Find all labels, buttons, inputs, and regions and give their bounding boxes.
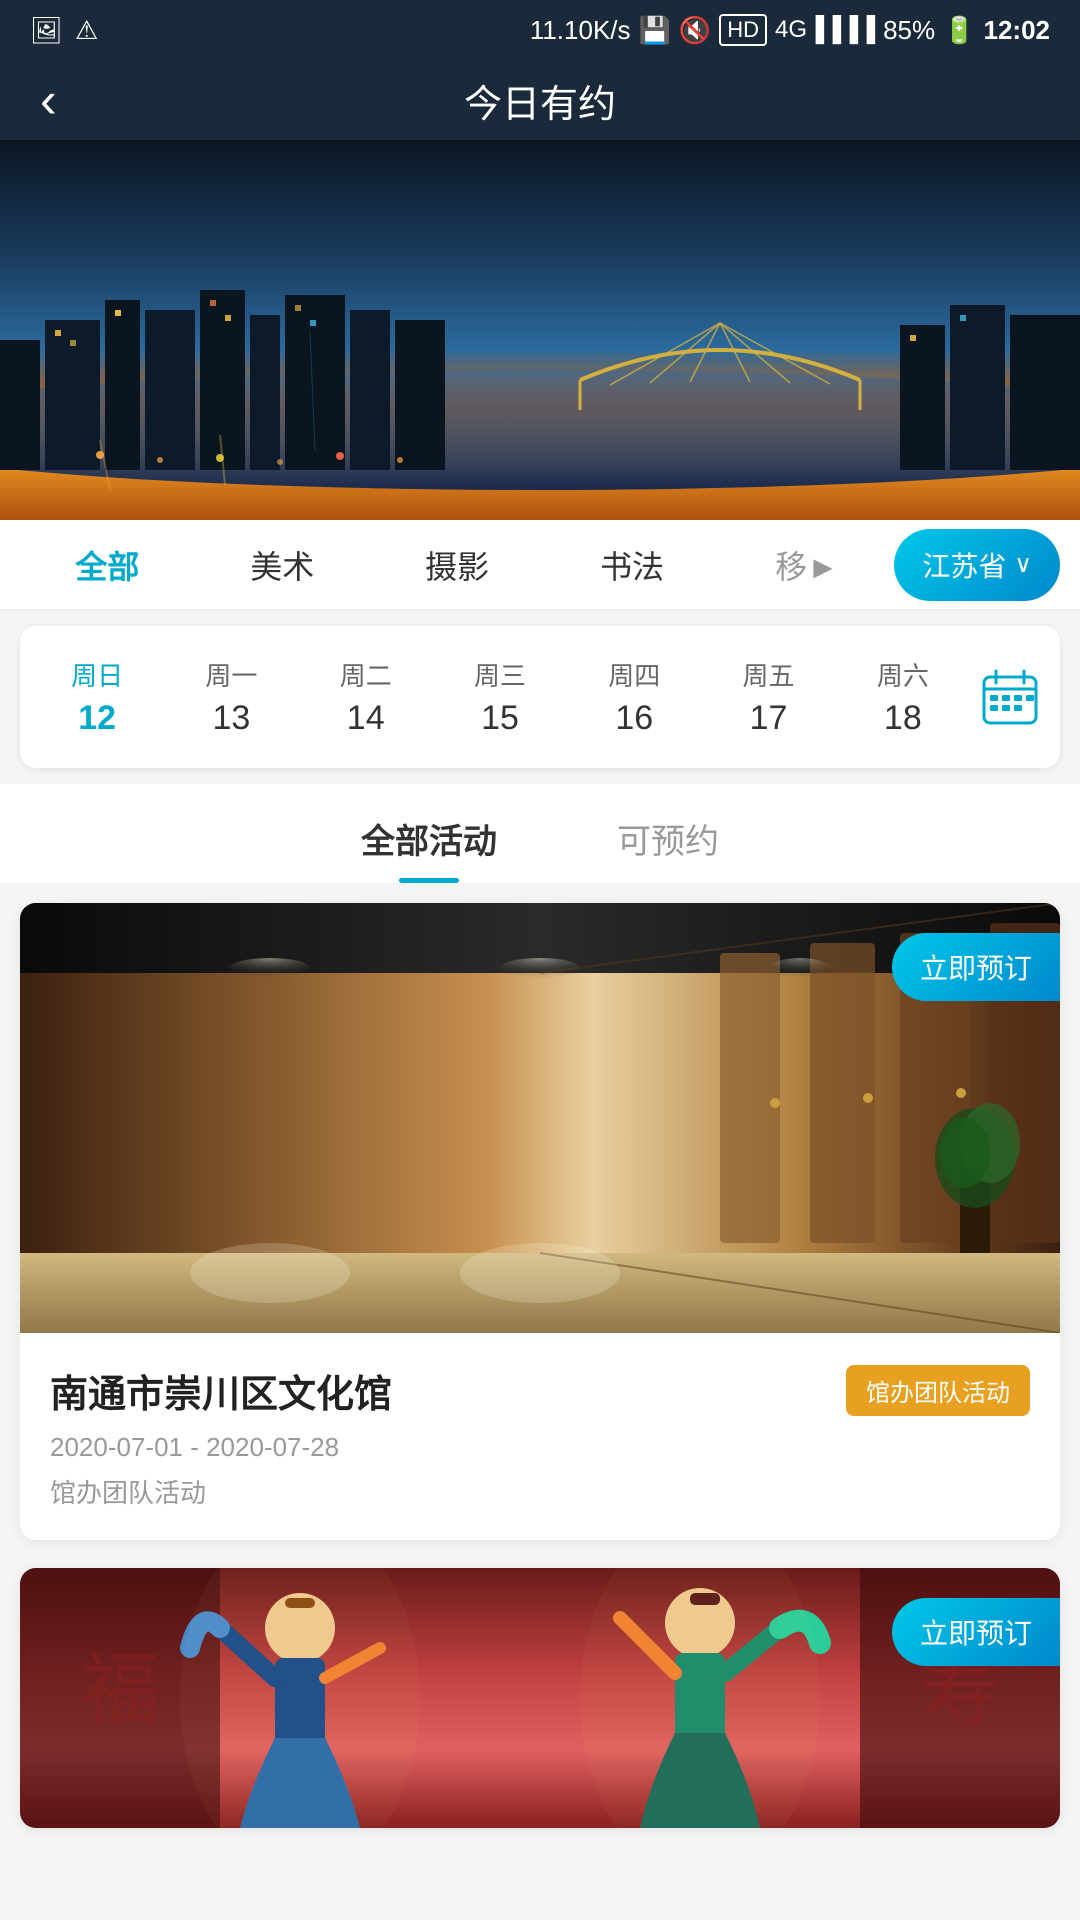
tab-bookable[interactable]: 可预约: [617, 814, 719, 883]
day-thu-num: 16: [615, 699, 653, 738]
day-fri[interactable]: 周五 17: [701, 646, 835, 748]
cat-calligraphy[interactable]: 书法: [545, 532, 720, 598]
mute-icon: 🔇: [679, 15, 711, 46]
status-right: 11.10K/s 💾 🔇 HD 4G▐▐▐▐ 85% 🔋 12:02: [530, 14, 1050, 46]
day-thu[interactable]: 周四 16: [567, 646, 701, 748]
card-date-1: 2020-07-01 - 2020-07-28: [50, 1432, 1030, 1463]
day-sun-name: 周日: [71, 656, 123, 693]
card-image-1: 立即预订: [20, 903, 1060, 1333]
status-bar: 🖼 ⚠ 11.10K/s 💾 🔇 HD 4G▐▐▐▐ 85% 🔋 12:02: [0, 0, 1080, 60]
day-fri-num: 17: [750, 699, 788, 738]
day-tue-name: 周二: [340, 656, 392, 693]
svg-text:福: 福: [80, 1646, 160, 1735]
page-title: 今日有约: [464, 73, 616, 128]
clock: 12:02: [984, 15, 1051, 46]
day-wed[interactable]: 周三 15: [433, 646, 567, 748]
card-image-2: 福 寿 立即预订: [20, 1568, 1060, 1828]
day-wed-num: 15: [481, 699, 519, 738]
battery-icon: 🔋: [943, 15, 975, 46]
activity-tabs: 全部活动 可预约: [0, 784, 1080, 883]
hd-badge: HD: [719, 14, 767, 46]
book-badge-1[interactable]: 立即预订: [892, 933, 1060, 1001]
card-type-1: 馆办团队活动: [50, 1473, 1030, 1510]
book-badge-2[interactable]: 立即预订: [892, 1598, 1060, 1666]
cat-photo[interactable]: 摄影: [370, 532, 545, 598]
card-title-row-1: 南通市崇川区文化馆 馆办团队活动: [50, 1363, 1030, 1418]
cat-all[interactable]: 全部: [20, 532, 195, 598]
calendar-picker-button[interactable]: [970, 657, 1050, 737]
card-title-1: 南通市崇川区文化馆: [50, 1363, 392, 1418]
image-icon: 🖼: [30, 15, 63, 46]
day-sat-name: 周六: [877, 656, 929, 693]
cards-container: 立即预订 南通市崇川区文化馆 馆办团队活动 2020-07-01 - 2020-…: [0, 903, 1080, 1828]
tab-all-activities[interactable]: 全部活动: [361, 814, 497, 883]
activity-card-2: 福 寿 立即预订: [20, 1568, 1060, 1828]
day-fri-name: 周五: [743, 656, 795, 693]
card-tag-1: 馆办团队活动: [846, 1365, 1030, 1416]
alert-icon: ⚠: [75, 15, 98, 46]
cat-art[interactable]: 美术: [195, 532, 370, 598]
day-sun[interactable]: 周日 12: [30, 646, 164, 748]
activity-card-1: 立即预订 南通市崇川区文化馆 馆办团队活动 2020-07-01 - 2020-…: [20, 903, 1060, 1540]
day-sat[interactable]: 周六 18: [836, 646, 970, 748]
province-button[interactable]: 江苏省 ∨: [894, 529, 1060, 601]
day-mon-num: 13: [213, 699, 251, 738]
day-wed-name: 周三: [474, 656, 526, 693]
day-sat-num: 18: [884, 699, 922, 738]
cat-more[interactable]: 移►: [720, 532, 895, 598]
chevron-down-icon: ∨: [1014, 550, 1032, 579]
day-mon-name: 周一: [205, 656, 257, 693]
network-speed: 11.10K/s: [530, 15, 631, 46]
save-icon: 💾: [639, 15, 671, 46]
day-sun-num: 12: [78, 699, 116, 738]
card-info-1: 南通市崇川区文化馆 馆办团队活动 2020-07-01 - 2020-07-28…: [20, 1333, 1060, 1540]
day-thu-name: 周四: [608, 656, 660, 693]
day-tue[interactable]: 周二 14: [299, 646, 433, 748]
app-header: ‹ 今日有约: [0, 60, 1080, 140]
category-tabs: 全部 美术 摄影 书法 移► 江苏省 ∨: [0, 520, 1080, 610]
status-left: 🖼 ⚠: [30, 15, 98, 46]
calendar-row: 周日 12 周一 13 周二 14 周三 15 周四 16 周五 17 周六 1…: [20, 626, 1060, 768]
back-button[interactable]: ‹: [40, 75, 57, 125]
battery-level: 85%: [883, 15, 935, 46]
province-label: 江苏省: [922, 545, 1006, 585]
day-mon[interactable]: 周一 13: [164, 646, 298, 748]
signal-icon: 4G▐▐▐▐: [775, 16, 875, 44]
day-tue-num: 14: [347, 699, 385, 738]
hero-banner: [0, 140, 1080, 520]
